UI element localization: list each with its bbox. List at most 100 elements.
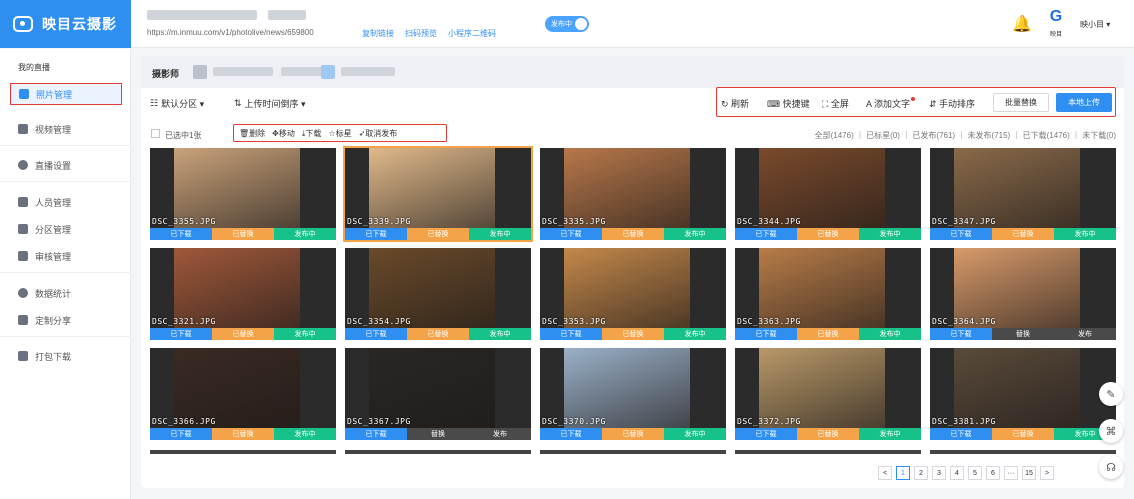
photo-card[interactable]: DSC_3335.JPG 已下载 已替换 发布中 [540,148,726,240]
page-button[interactable]: 4 [950,466,964,480]
sidebar-item-stats[interactable]: 数据统计 [10,282,122,304]
sidebar-item-live-settings[interactable]: 直播设置 [10,154,122,176]
scan-preview-link[interactable]: 扫码预览 [405,28,437,39]
photo-card[interactable]: DSC_3363.JPG 已下载 已替换 发布中 [735,248,921,340]
photo-thumbnail[interactable]: DSC_3363.JPG [735,248,921,328]
publish-status-button[interactable]: 发布中 [1054,228,1116,240]
replace-status-button[interactable]: 已替换 [212,328,274,340]
download-status-button[interactable]: 已下载 [345,428,407,440]
bell-icon[interactable]: 🔔 [1012,14,1032,34]
move-button[interactable]: ✥移动 [272,128,295,139]
photo-card[interactable]: DSC_3347.JPG 已下载 已替换 发布中 [930,148,1116,240]
photographer-name-blurred[interactable] [341,67,395,76]
download-status-button[interactable]: 已下载 [930,228,992,240]
photographer-avatar[interactable] [193,65,207,79]
photo-thumbnail[interactable]: DSC_3335.JPG [540,148,726,228]
apps-fab[interactable]: ⌘ [1099,419,1123,443]
page-button[interactable]: ··· [1004,466,1018,480]
photo-thumbnail[interactable]: DSC_3347.JPG [930,148,1116,228]
publish-status-button[interactable]: 发布中 [469,228,531,240]
replace-status-button[interactable]: 替换 [992,328,1054,340]
download-status-button[interactable]: 已下载 [540,328,602,340]
replace-status-button[interactable]: 已替换 [602,228,664,240]
photo-card[interactable]: DSC_3321.JPG 已下载 已替换 发布中 [150,248,336,340]
photo-card[interactable]: DSC_3367.JPG 已下载 替换 发布 [345,348,531,440]
download-status-button[interactable]: 已下载 [930,428,992,440]
page-button[interactable]: > [1040,466,1054,480]
download-status-button[interactable]: 已下载 [735,328,797,340]
photo-thumbnail[interactable]: DSC_3381.JPG [930,348,1116,428]
add-text-button[interactable]: A 添加文字 [866,97,916,110]
support-fab[interactable]: ☊ [1099,455,1123,479]
app-logo[interactable]: 映目云摄影 [0,0,131,48]
photo-card[interactable]: DSC_3355.JPG 已下载 已替换 发布中 [150,148,336,240]
page-button[interactable]: 2 [914,466,928,480]
publish-status-button[interactable]: 发布中 [859,428,921,440]
publish-status-button[interactable]: 发布中 [274,428,336,440]
sidebar-item-photos[interactable]: 照片管理 [10,83,122,105]
photo-card[interactable]: DSC_3354.JPG 已下载 已替换 发布中 [345,248,531,340]
photo-thumbnail[interactable]: DSC_3354.JPG [345,248,531,328]
page-button[interactable]: 5 [968,466,982,480]
star-button[interactable]: ☆标星 [328,128,351,139]
photo-thumbnail[interactable]: DSC_3370.JPG [540,348,726,428]
publish-status-button[interactable]: 发布中 [274,228,336,240]
delete-button[interactable]: 🗑删除 [239,128,265,139]
photo-thumbnail[interactable]: DSC_3344.JPG [735,148,921,228]
shortcut-button[interactable]: ⌨ 快捷键 [767,97,810,110]
replace-status-button[interactable]: 已替换 [992,228,1054,240]
page-button[interactable]: 1 [896,466,910,480]
sidebar-item-custom-share[interactable]: 定制分享 [10,309,122,331]
publish-status-button[interactable]: 发布中 [664,428,726,440]
publish-status-button[interactable]: 发布中 [859,328,921,340]
publish-status-button[interactable]: 发布中 [859,228,921,240]
publish-status-button[interactable]: 发布中 [274,328,336,340]
mini-program-qrcode-link[interactable]: 小程序二维码 [448,28,496,39]
photo-card[interactable]: DSC_3366.JPG 已下载 已替换 发布中 [150,348,336,440]
refresh-button[interactable]: ↻ 刷新 [721,97,749,110]
download-button[interactable]: ⤓下载 [302,128,322,139]
edit-fab[interactable]: ✎ [1099,382,1123,406]
photo-thumbnail[interactable]: DSC_3364.JPG [930,248,1116,328]
batch-replace-button[interactable]: 批量替换 [993,93,1049,112]
photo-card[interactable]: DSC_3339.JPG 已下载 已替换 发布中 [343,146,533,242]
replace-status-button[interactable]: 已替换 [407,228,469,240]
user-menu[interactable]: 映小目 ▾ [1080,19,1110,30]
replace-status-button[interactable]: 已替换 [797,328,859,340]
photo-thumbnail[interactable]: DSC_3355.JPG [150,148,336,228]
page-button[interactable]: 6 [986,466,1000,480]
unpublish-button[interactable]: ➶取消发布 [359,128,398,139]
photo-card[interactable]: DSC_3370.JPG 已下载 已替换 发布中 [540,348,726,440]
replace-status-button[interactable]: 已替换 [992,428,1054,440]
download-status-button[interactable]: 已下载 [345,328,407,340]
zone-filter[interactable]: ☷ 默认分区 ▾ [150,97,204,110]
publish-status-button[interactable]: 发布 [469,428,531,440]
sidebar-item-review[interactable]: 审核管理 [10,245,122,267]
replace-status-button[interactable]: 已替换 [797,228,859,240]
photo-card[interactable]: DSC_3353.JPG 已下载 已替换 发布中 [540,248,726,340]
photographer-name-blurred[interactable] [213,67,273,76]
download-status-button[interactable]: 已下载 [150,228,212,240]
publish-status-button[interactable]: 发布中 [469,328,531,340]
download-status-button[interactable]: 已下载 [540,428,602,440]
page-button[interactable]: 15 [1022,466,1036,480]
copy-link[interactable]: 复制链接 [362,28,394,39]
download-status-button[interactable]: 已下载 [930,328,992,340]
replace-status-button[interactable]: 已替换 [407,328,469,340]
photo-card[interactable]: DSC_3344.JPG 已下载 已替换 发布中 [735,148,921,240]
replace-status-button[interactable]: 已替换 [602,328,664,340]
sidebar-item-videos[interactable]: 视频管理 [10,118,122,140]
publish-status-button[interactable]: 发布中 [664,328,726,340]
publish-status-button[interactable]: 发布 [1054,328,1116,340]
publish-status-button[interactable]: 发布中 [664,228,726,240]
download-status-button[interactable]: 已下载 [735,428,797,440]
page-button[interactable]: 3 [932,466,946,480]
sort-filter[interactable]: ⇅ 上传时间倒序 ▾ [234,97,306,110]
replace-status-button[interactable]: 替换 [407,428,469,440]
download-status-button[interactable]: 已下载 [345,228,407,240]
photo-thumbnail[interactable]: DSC_3339.JPG [345,148,531,228]
replace-status-button[interactable]: 已替换 [212,428,274,440]
photo-thumbnail[interactable]: DSC_3321.JPG [150,248,336,328]
replace-status-button[interactable]: 已替换 [602,428,664,440]
page-button[interactable]: < [878,466,892,480]
